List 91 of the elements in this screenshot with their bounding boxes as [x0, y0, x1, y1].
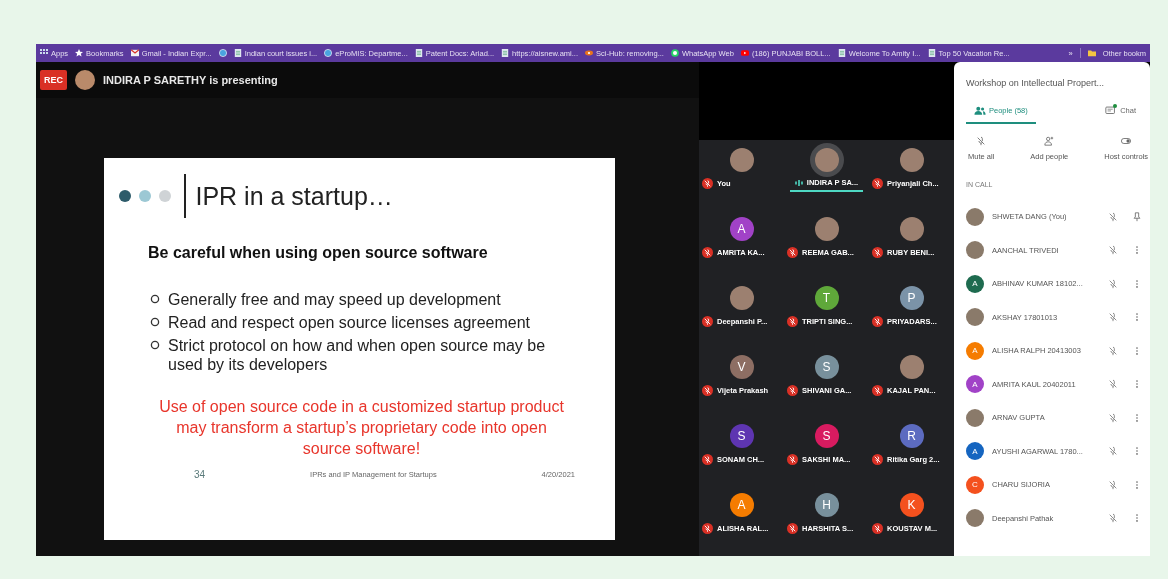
muted-mic-icon[interactable] — [976, 136, 987, 146]
muted-mic-icon — [1108, 245, 1118, 256]
chat-icon[interactable] — [1105, 106, 1118, 115]
avatar-photo-placeholder — [966, 308, 984, 327]
avatar-letter: S — [814, 355, 839, 379]
muted-mic-icon — [872, 316, 883, 327]
muted-mic-icon — [872, 454, 883, 465]
bullet-text: Generally free and may speed up development — [168, 290, 501, 309]
speaking-indicator-icon — [794, 178, 803, 187]
avatar-photo-placeholder — [966, 408, 984, 427]
presenter-status: INDIRA P SARETHY is presenting — [103, 74, 278, 86]
add-person-icon[interactable] — [1044, 136, 1055, 146]
muted-mic-icon — [1108, 446, 1118, 457]
muted-mic-icon — [702, 178, 713, 189]
avatar-letter: K — [899, 493, 924, 517]
muted-mic-icon — [872, 523, 883, 534]
avatar-photo-placeholder — [966, 207, 984, 226]
muted-mic-icon — [702, 247, 713, 258]
muted-mic-icon — [1108, 278, 1118, 289]
muted-mic-icon — [1108, 345, 1118, 356]
meeting-title: Workshop on Intellectual Propert... — [966, 78, 1105, 88]
bullet-icon — [150, 340, 160, 350]
muted-mic-icon — [1108, 513, 1118, 524]
muted-mic-icon — [787, 454, 798, 465]
avatar-letter: A — [966, 274, 984, 293]
star-icon[interactable] — [75, 49, 84, 57]
eye-icon[interactable] — [585, 49, 593, 57]
slide-title: IPR in a startup… — [195, 181, 393, 211]
muted-mic-icon — [787, 523, 798, 534]
toggle-icon[interactable] — [1121, 136, 1132, 146]
bullet-icon — [150, 294, 160, 304]
muted-mic-icon — [1108, 312, 1118, 323]
slide-subtitle: Be careful when using open source software — [148, 244, 489, 262]
bullet-text: Read and respect open source licenses agreement — [168, 313, 530, 332]
avatar-letter: R — [899, 424, 924, 448]
avatar-letter: H — [814, 493, 839, 517]
mail-icon[interactable] — [130, 49, 139, 57]
people-icon[interactable] — [974, 106, 986, 115]
slide-number: 34 — [194, 469, 206, 480]
globe-icon[interactable] — [218, 49, 227, 57]
avatar-letter: A — [966, 341, 984, 360]
folder-icon[interactable] — [1087, 49, 1096, 57]
recording-badge: REC — [40, 70, 67, 90]
muted-mic-icon — [1108, 412, 1118, 423]
muted-mic-icon — [702, 385, 713, 396]
muted-mic-icon — [787, 247, 798, 258]
apps-grid-icon[interactable] — [40, 49, 48, 57]
pin-icon[interactable] — [1132, 211, 1142, 222]
chat-bubble-icon[interactable] — [670, 49, 679, 57]
muted-mic-icon — [1108, 211, 1118, 222]
avatar-photo-placeholder — [899, 355, 924, 379]
avatar-letter: A — [966, 375, 984, 394]
muted-mic-icon — [702, 316, 713, 327]
avatar-photo-placeholder — [814, 217, 839, 241]
bullet-text: Strict protocol on how and when open source may be used by its developers — [168, 336, 547, 374]
avatar-letter: A — [729, 217, 754, 241]
muted-mic-icon — [702, 523, 713, 534]
avatar-letter: P — [899, 286, 924, 310]
bullet-icon — [150, 317, 160, 327]
dots-decoration-icon — [118, 189, 174, 203]
avatar-photo-placeholder — [729, 148, 754, 172]
avatar-photo-placeholder — [899, 217, 924, 241]
avatar-letter: C — [966, 475, 984, 494]
globe-icon[interactable] — [324, 49, 333, 57]
avatar-photo-placeholder — [899, 148, 924, 172]
avatar-letter: A — [966, 442, 984, 461]
avatar-letter: A — [729, 493, 754, 517]
page-icon[interactable] — [501, 49, 510, 57]
muted-mic-icon — [872, 385, 883, 396]
avatar-photo-placeholder — [729, 286, 754, 310]
muted-mic-icon — [872, 247, 883, 258]
slide-warning-text: Use of open source code in a customized startup product may transform a startup’s proprietary code into open source software! — [158, 397, 565, 459]
page-icon[interactable] — [927, 49, 936, 57]
avatar-photo-placeholder — [75, 70, 95, 90]
avatar-letter: T — [814, 286, 839, 310]
muted-mic-icon — [872, 178, 883, 189]
avatar-letter: V — [729, 355, 754, 379]
avatar-letter: S — [814, 424, 839, 448]
play-icon[interactable] — [740, 49, 749, 57]
page-icon[interactable] — [837, 49, 846, 57]
avatar-photo-placeholder — [966, 241, 984, 260]
muted-mic-icon — [787, 385, 798, 396]
page-icon[interactable] — [233, 49, 242, 57]
page-icon[interactable] — [414, 49, 423, 57]
avatar-photo-placeholder — [966, 509, 984, 528]
muted-mic-icon — [1108, 479, 1118, 490]
muted-mic-icon — [1108, 379, 1118, 390]
muted-mic-icon — [702, 454, 713, 465]
muted-mic-icon — [787, 316, 798, 327]
avatar-letter: S — [729, 424, 754, 448]
unread-dot — [1113, 104, 1118, 108]
